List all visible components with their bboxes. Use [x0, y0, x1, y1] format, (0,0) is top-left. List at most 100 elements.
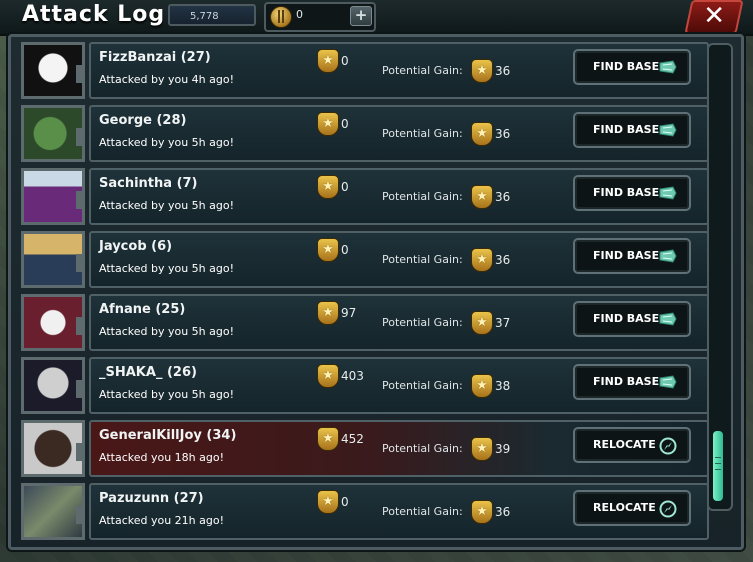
- player-name: Afnane (25): [99, 302, 186, 317]
- potential-gain-label: Potential Gain:: [382, 64, 463, 77]
- potential-gain-value: 36: [495, 190, 511, 204]
- find-base-button[interactable]: FIND BASE: [573, 175, 691, 211]
- attack-time-text: Attacked by you 5h ago!: [99, 199, 234, 212]
- trophy-medal-icon: [317, 175, 339, 199]
- relocate-button[interactable]: RELOCATE: [573, 427, 691, 463]
- player-avatar: [21, 483, 85, 540]
- potential-gain-label: Potential Gain:: [382, 127, 463, 140]
- attack-log-row: Sachintha (7) Attacked by you 5h ago! 0 …: [21, 168, 711, 225]
- attack-log-row: Jaycob (6) Attacked by you 5h ago! 0 Pot…: [21, 231, 711, 288]
- row-card: _SHAKA_ (26) Attacked by you 5h ago! 403…: [89, 357, 709, 414]
- player-name: _SHAKA_ (26): [99, 365, 197, 380]
- attack-time-text: Attacked you 18h ago!: [99, 451, 225, 464]
- row-card: Jaycob (6) Attacked by you 5h ago! 0 Pot…: [89, 231, 709, 288]
- close-button[interactable]: ✕: [684, 0, 744, 34]
- potential-gain-value: 36: [495, 64, 511, 78]
- compass-icon: [659, 500, 677, 518]
- coin-counter: 0 +: [264, 2, 376, 32]
- attack-time-text: Attacked you 21h ago!: [99, 514, 225, 527]
- attack-log-row: FizzBanzai (27) Attacked by you 4h ago! …: [21, 42, 711, 99]
- window-title: Attack Log: [22, 2, 166, 27]
- trophy-count: 0: [341, 243, 349, 257]
- gain-medal-icon: [471, 374, 493, 398]
- gain-medal-icon: [471, 59, 493, 83]
- player-avatar: [21, 231, 85, 288]
- radar-icon: [659, 122, 677, 137]
- potential-gain-label: Potential Gain:: [382, 316, 463, 329]
- player-name: GeneralKillJoy (34): [99, 428, 237, 443]
- resource-counter-primary: 5,778: [168, 4, 256, 26]
- gain-medal-icon: [471, 122, 493, 146]
- trophy-medal-icon: [317, 490, 339, 514]
- player-avatar: [21, 168, 85, 225]
- trophy-medal-icon: [317, 112, 339, 136]
- potential-gain-label: Potential Gain:: [382, 253, 463, 266]
- potential-gain-value: 39: [495, 442, 511, 456]
- trophy-count: 0: [341, 180, 349, 194]
- trophy-medal-icon: [317, 49, 339, 73]
- player-avatar: [21, 357, 85, 414]
- trophy-count: 452: [341, 432, 364, 446]
- player-name: FizzBanzai (27): [99, 50, 211, 65]
- scrollbar[interactable]: [707, 43, 733, 511]
- trophy-count: 0: [341, 495, 349, 509]
- find-base-button[interactable]: FIND BASE: [573, 364, 691, 400]
- action-label: FIND BASE: [593, 123, 660, 136]
- player-name: George (28): [99, 113, 187, 128]
- player-avatar: [21, 294, 85, 351]
- row-card: GeneralKillJoy (34) Attacked you 18h ago…: [89, 420, 709, 477]
- gain-medal-icon: [471, 185, 493, 209]
- action-label: FIND BASE: [593, 186, 660, 199]
- action-label: FIND BASE: [593, 249, 660, 262]
- row-card: FizzBanzai (27) Attacked by you 4h ago! …: [89, 42, 709, 99]
- trophy-medal-icon: [317, 238, 339, 262]
- trophy-medal-icon: [317, 427, 339, 451]
- close-icon: ✕: [703, 1, 725, 31]
- find-base-button[interactable]: FIND BASE: [573, 238, 691, 274]
- compass-icon: [659, 437, 677, 455]
- player-avatar: [21, 42, 85, 99]
- radar-icon: [659, 311, 677, 326]
- potential-gain-label: Potential Gain:: [382, 379, 463, 392]
- potential-gain-value: 36: [495, 253, 511, 267]
- gain-medal-icon: [471, 311, 493, 335]
- relocate-button[interactable]: RELOCATE: [573, 490, 691, 526]
- row-card: Pazuzunn (27) Attacked you 21h ago! 0 Po…: [89, 483, 709, 540]
- potential-gain-value: 36: [495, 505, 511, 519]
- player-avatar: [21, 420, 85, 477]
- trophy-count: 403: [341, 369, 364, 383]
- action-label: RELOCATE: [593, 501, 656, 514]
- attack-log-row: Pazuzunn (27) Attacked you 21h ago! 0 Po…: [21, 483, 711, 540]
- gain-medal-icon: [471, 248, 493, 272]
- coin-icon: [270, 6, 292, 28]
- scrollbar-thumb[interactable]: [713, 431, 723, 501]
- attack-log-row: _SHAKA_ (26) Attacked by you 5h ago! 403…: [21, 357, 711, 414]
- gain-medal-icon: [471, 500, 493, 524]
- attack-log-panel: FizzBanzai (27) Attacked by you 4h ago! …: [8, 34, 744, 550]
- find-base-button[interactable]: FIND BASE: [573, 112, 691, 148]
- attack-log-row: George (28) Attacked by you 5h ago! 0 Po…: [21, 105, 711, 162]
- trophy-medal-icon: [317, 364, 339, 388]
- attack-time-text: Attacked by you 5h ago!: [99, 325, 234, 338]
- potential-gain-label: Potential Gain:: [382, 505, 463, 518]
- trophy-count: 0: [341, 54, 349, 68]
- action-label: FIND BASE: [593, 375, 660, 388]
- player-avatar: [21, 105, 85, 162]
- row-card: George (28) Attacked by you 5h ago! 0 Po…: [89, 105, 709, 162]
- gain-medal-icon: [471, 437, 493, 461]
- radar-icon: [659, 248, 677, 263]
- find-base-button[interactable]: FIND BASE: [573, 301, 691, 337]
- radar-icon: [659, 374, 677, 389]
- potential-gain-label: Potential Gain:: [382, 442, 463, 455]
- find-base-button[interactable]: FIND BASE: [573, 49, 691, 85]
- trophy-medal-icon: [317, 301, 339, 325]
- action-label: FIND BASE: [593, 60, 660, 73]
- add-coins-button[interactable]: +: [350, 6, 372, 26]
- attack-time-text: Attacked by you 5h ago!: [99, 388, 234, 401]
- radar-icon: [659, 185, 677, 200]
- potential-gain-value: 37: [495, 316, 511, 330]
- trophy-count: 0: [341, 117, 349, 131]
- trophy-count: 97: [341, 306, 357, 320]
- attack-time-text: Attacked by you 4h ago!: [99, 73, 234, 86]
- potential-gain-value: 38: [495, 379, 511, 393]
